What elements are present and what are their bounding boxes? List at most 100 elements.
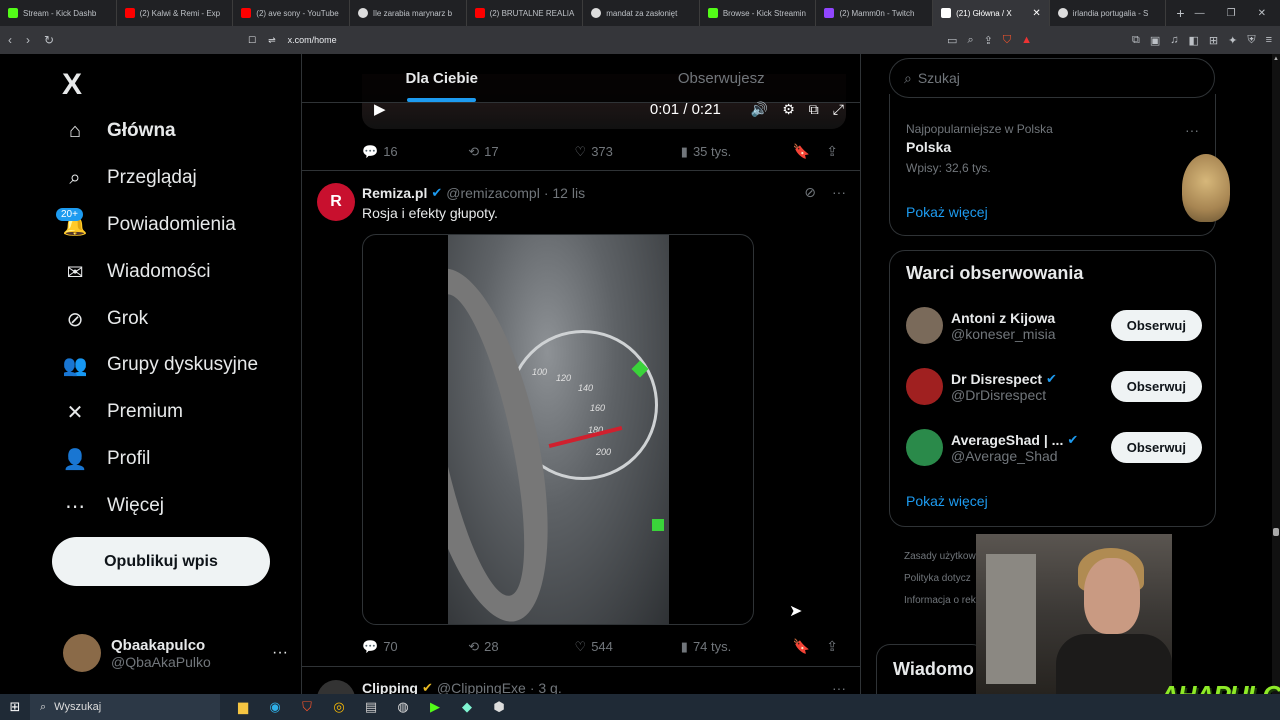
bookmark-icon[interactable]: ☐ <box>248 35 256 46</box>
more-dots-icon[interactable]: ··· <box>832 184 846 201</box>
footer-link[interactable]: Zasady użytkow <box>904 546 976 568</box>
minimize-icon[interactable]: — <box>1195 8 1205 19</box>
follow-suggestion[interactable]: Antoni z Kijowa @koneser_misia Obserwuj <box>906 307 1202 344</box>
browser-tab[interactable]: mandat za zasłonięt <box>583 0 700 26</box>
brave-icon[interactable]: ⛉ <box>296 699 318 715</box>
avatar[interactable] <box>317 680 355 694</box>
follow-button[interactable]: Obserwuj <box>1110 310 1202 341</box>
nav-item-profile[interactable]: 👤 Profil <box>62 439 151 479</box>
brave-shield-icon[interactable]: ⛉ <box>1003 34 1011 47</box>
footer-link[interactable]: Polityka dotycz <box>904 568 976 590</box>
nav-item-more[interactable]: ⋯ Więcej <box>62 486 164 526</box>
close-tab-icon[interactable]: ✕ <box>1032 8 1040 19</box>
messages-drawer[interactable]: Wiadomo <box>876 644 986 694</box>
tab-for-you[interactable]: Dla Ciebie <box>302 54 582 102</box>
screen-icon[interactable]: ▭ <box>947 34 957 47</box>
play-app-icon[interactable]: ▶ <box>424 699 446 715</box>
browser-tab[interactable]: (2) Kalwi & Remi - Exp <box>117 0 234 26</box>
nav-item-grok[interactable]: ⊘ Grok <box>62 299 149 339</box>
account-switcher[interactable]: Qbaakapulco @QbaAkaPulko ··· <box>63 634 288 672</box>
grok-icon[interactable]: ⊘ <box>804 184 816 201</box>
author-name[interactable]: Clipping <box>362 680 418 694</box>
author-name[interactable]: Remiza.pl <box>362 185 427 201</box>
nav-item-communities[interactable]: 👥 Grupy dyskusyjne <box>62 345 258 385</box>
menu-icon[interactable]: ≡ <box>1266 34 1272 47</box>
sidebar-toggle-icon[interactable]: ◧ <box>1188 34 1198 47</box>
like-button[interactable]: ♡ 373 <box>575 143 681 160</box>
forward-icon[interactable]: › <box>26 33 30 47</box>
share-icon[interactable]: ⇪ <box>984 34 993 47</box>
trend-name[interactable]: Polska <box>906 139 951 155</box>
scroll-up-icon[interactable]: ▲ <box>1273 56 1279 62</box>
tweet-date[interactable]: · 3 g. <box>530 680 562 694</box>
browser-tab[interactable]: irlandia portugalia - S <box>1050 0 1167 26</box>
avatar[interactable]: R <box>317 183 355 221</box>
show-more-link[interactable]: Pokaż więcej <box>906 204 988 220</box>
browser-tab[interactable]: (2) BRUTALNE REALIA <box>467 0 584 26</box>
site-info-icon[interactable]: ⇌ <box>268 35 276 46</box>
author-handle[interactable]: @remizacompl <box>446 185 540 201</box>
file-explorer-icon[interactable]: ▆ <box>232 699 254 715</box>
more-dots-icon[interactable]: ··· <box>1185 122 1199 138</box>
app-icon[interactable]: ▤ <box>360 699 382 715</box>
settings-gear-icon[interactable]: ⚙ <box>782 101 795 118</box>
nav-item-premium[interactable]: ✕ Premium <box>62 392 183 432</box>
bookmark-icon[interactable]: 🔖 <box>793 638 810 655</box>
more-dots-icon[interactable]: ··· <box>832 680 846 694</box>
like-button[interactable]: ♡ 544 <box>575 638 681 655</box>
repost-button[interactable]: ⟲ 17 <box>468 143 574 160</box>
vpn-icon[interactable]: ⛨ <box>1247 34 1255 47</box>
browser-tab[interactable]: (2) Mamm0n - Twitch <box>816 0 934 26</box>
music-icon[interactable]: ♫ <box>1170 34 1178 47</box>
zoom-icon[interactable]: ⌕ <box>967 34 973 47</box>
x-logo-icon[interactable]: X <box>62 68 82 102</box>
follow-button[interactable]: Obserwuj <box>1110 371 1202 402</box>
leo-icon[interactable]: ✦ <box>1228 34 1237 47</box>
share-icon[interactable]: ⇪ <box>826 638 838 655</box>
obs-icon[interactable]: ◍ <box>392 699 414 715</box>
windows-start-icon[interactable]: ⊞ <box>0 699 30 715</box>
nav-item-notifications[interactable]: 🔔 Powiadomienia <box>62 205 236 245</box>
nav-item-home[interactable]: ⌂ Główna <box>62 111 176 151</box>
follow-suggestion[interactable]: AverageShad | ... ✔ @Average_Shad Obserwu… <box>906 429 1202 466</box>
page-scrollbar[interactable]: ▲ <box>1272 54 1280 694</box>
follow-suggestion[interactable]: Dr Disrespect ✔ @DrDisrespect Obserwuj <box>906 368 1202 405</box>
back-icon[interactable]: ‹ <box>8 33 12 47</box>
chrome-icon[interactable]: ◎ <box>328 699 350 715</box>
wallet-icon[interactable]: ▣ <box>1150 34 1160 47</box>
show-more-link[interactable]: Pokaż więcej <box>906 493 988 509</box>
close-window-icon[interactable]: ✕ <box>1258 8 1266 19</box>
nav-item-explore[interactable]: ⌕ Przeglądaj <box>62 158 196 198</box>
browser-tab[interactable]: Browse - Kick Streamin <box>700 0 817 26</box>
tab-search-icon[interactable]: ⊞ <box>1209 34 1218 47</box>
nav-item-messages[interactable]: ✉ Wiadomości <box>62 252 211 292</box>
bookmark-icon[interactable]: 🔖 <box>793 143 810 160</box>
browser-tab[interactable]: (2) ave sony - YouTube <box>233 0 350 26</box>
browser-tab-active[interactable]: (21) Główna / X ✕ <box>933 0 1050 26</box>
tab-following[interactable]: Obserwujesz <box>582 54 861 102</box>
search-input[interactable]: ⌕ Szukaj <box>889 58 1215 98</box>
reply-button[interactable]: 💬 16 <box>362 143 468 160</box>
taskbar-search[interactable]: ⌕ Wyszukaj <box>30 694 220 720</box>
tweet-date[interactable]: · 12 lis <box>544 185 585 201</box>
popout-icon[interactable]: ⧉ <box>809 101 819 118</box>
url-field[interactable]: ☐ ⇌ x.com/home <box>248 29 858 51</box>
extensions-icon[interactable]: ⧉ <box>1132 34 1140 47</box>
edge-icon[interactable]: ◉ <box>264 699 286 715</box>
app-icon[interactable]: ⬢ <box>488 699 510 715</box>
repost-button[interactable]: ⟲ 28 <box>468 638 574 655</box>
reload-icon[interactable]: ↻ <box>44 33 54 47</box>
views-button[interactable]: ▮ 74 tys. <box>681 638 793 655</box>
streamlabs-icon[interactable]: ◆ <box>456 699 478 715</box>
url-text[interactable]: x.com/home <box>288 35 337 45</box>
views-button[interactable]: ▮ 35 tys. <box>681 143 793 160</box>
reply-button[interactable]: 💬 70 <box>362 638 468 655</box>
browser-tab[interactable]: Ile zarabia marynarz b <box>350 0 467 26</box>
post-button[interactable]: Opublikuj wpis <box>52 537 270 586</box>
follow-button[interactable]: Obserwuj <box>1110 432 1202 463</box>
brave-rewards-icon[interactable]: ▲ <box>1021 34 1032 47</box>
author-handle[interactable]: @ClippingExe <box>437 680 526 694</box>
volume-icon[interactable]: 🔊 <box>751 101 768 118</box>
fullscreen-icon[interactable]: ⤢ <box>833 101 844 118</box>
tweet-video[interactable]: 80 100 120 140 160 180 200 <box>362 234 754 625</box>
